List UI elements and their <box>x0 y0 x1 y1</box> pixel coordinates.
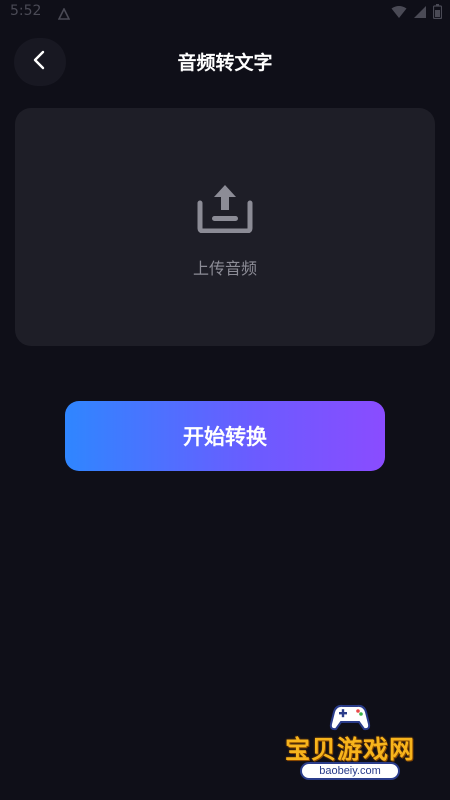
screen: 5:52 音频转文字 上传音频 开始转换 宝贝游戏网 baobeiy.com <box>0 0 450 800</box>
battery-icon <box>432 4 443 23</box>
wifi-icon <box>391 4 407 23</box>
upload-label: 上传音频 <box>192 259 257 278</box>
watermark-brand: 宝贝游戏网 <box>284 735 415 764</box>
watermark-url: baobeiy.com <box>300 762 400 780</box>
watermark-logo: 宝贝游戏网 baobeiy.com <box>270 700 430 788</box>
start-conversion-button[interactable]: 开始转换 <box>65 401 385 471</box>
gamepad-icon <box>328 702 372 732</box>
status-time: 5:52 <box>10 3 42 19</box>
notification-icon <box>57 5 71 20</box>
upload-icon <box>195 183 255 234</box>
signal-icon <box>413 4 427 23</box>
page-title: 音频转文字 <box>177 52 273 74</box>
status-icons <box>391 4 443 23</box>
status-bar: 5:52 <box>0 0 450 24</box>
